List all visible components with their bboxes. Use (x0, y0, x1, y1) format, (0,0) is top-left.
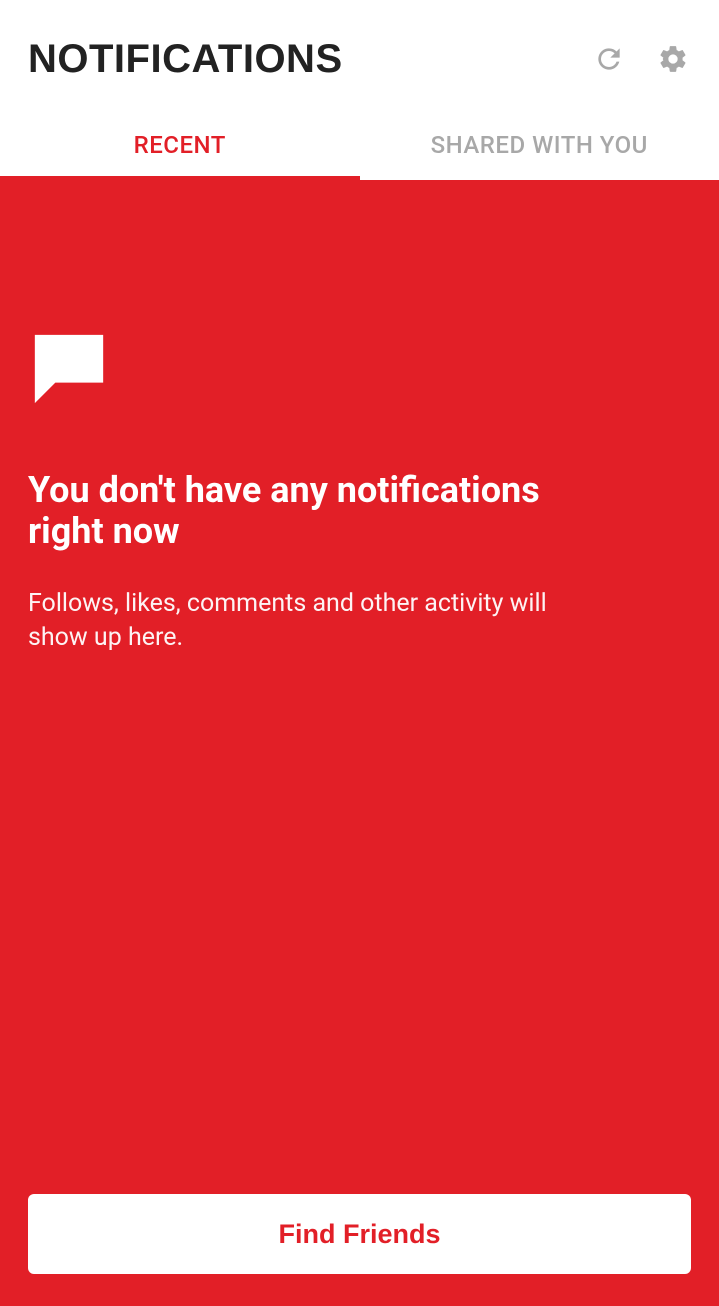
tab-bar: RECENT SHARED WITH YOU (0, 110, 719, 180)
content-area: You don't have any notifications right n… (0, 180, 719, 1306)
empty-state-title: You don't have any notifications right n… (28, 470, 588, 553)
page-title: NOTIFICATIONS (28, 37, 343, 82)
notifications-screen: NOTIFICATIONS RECENT SHARED WITH YOU You… (0, 0, 719, 1306)
settings-gear-icon[interactable] (655, 41, 691, 77)
empty-state-description: Follows, likes, comments and other activ… (28, 587, 588, 655)
header-actions (591, 41, 691, 77)
tab-shared-label: SHARED WITH YOU (431, 131, 648, 159)
header-bar: NOTIFICATIONS (0, 0, 719, 110)
find-friends-button[interactable]: Find Friends (28, 1194, 691, 1274)
tab-recent[interactable]: RECENT (0, 110, 360, 180)
refresh-icon[interactable] (591, 41, 627, 77)
speech-bubble-icon (28, 328, 691, 414)
tab-recent-label: RECENT (134, 131, 226, 159)
bottom-actions: Find Friends (28, 1194, 691, 1278)
empty-state: You don't have any notifications right n… (28, 328, 691, 654)
tab-shared-with-you[interactable]: SHARED WITH YOU (360, 110, 719, 180)
